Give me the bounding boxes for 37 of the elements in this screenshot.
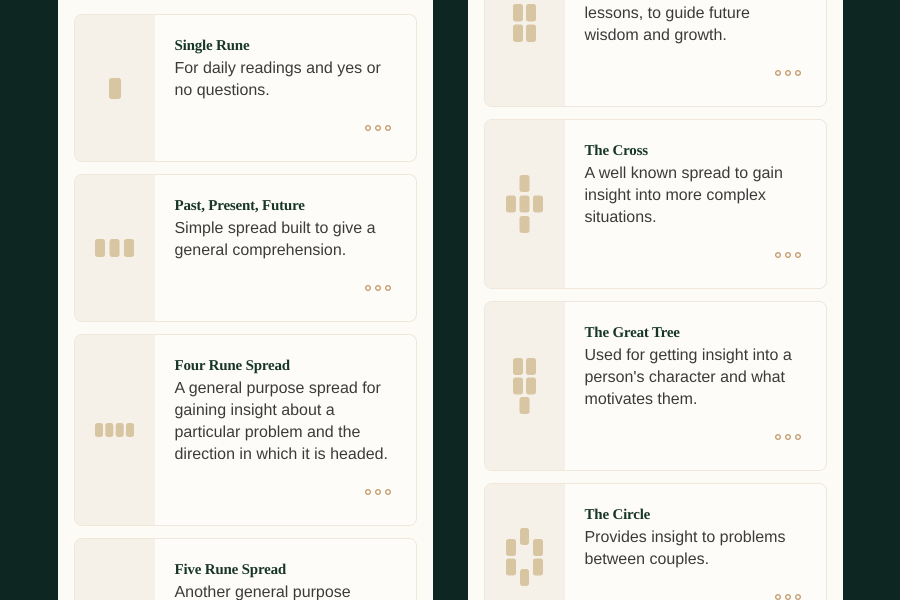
- spread-card[interactable]: The Cross A well known spread to gain insight into more complex situations.: [484, 119, 826, 289]
- tree-tiles-icon: [513, 358, 536, 414]
- spread-card[interactable]: Past, Present, Future Simple spread built to give a general comprehension.: [74, 174, 416, 322]
- spread-card[interactable]: The Great Tree Used for getting insight into a person's character and what motivates them.: [484, 301, 826, 471]
- card-description: Provides insight to problems between couples.: [584, 528, 786, 570]
- spread-card[interactable]: The Circle Provides insight to problems between couples.: [484, 483, 826, 600]
- card-title: Four Rune Spread: [174, 357, 291, 376]
- three-tiles-icon: [95, 239, 134, 257]
- card-title: The Great Tree: [584, 324, 681, 343]
- square-tiles-icon: [513, 4, 536, 42]
- four-tiles-icon: [95, 423, 134, 437]
- spread-card[interactable]: Four Rune Spread A general purpose spread for gaining insight about a particular problem and the direction in which it is headed.: [74, 334, 416, 526]
- card-description: Another general purpose: [174, 583, 352, 600]
- single-tile-icon: [108, 78, 120, 98]
- card-description: lessons, to guide future wisdom and growth.: [584, 4, 751, 46]
- more-options-icon[interactable]: [364, 125, 390, 131]
- card-description: Used for getting insight into a person's character and what motivates them.: [584, 346, 793, 410]
- more-options-icon[interactable]: [774, 252, 800, 258]
- more-options-icon[interactable]: [774, 70, 800, 76]
- card-title: Five Rune Spread: [174, 561, 288, 580]
- more-options-icon[interactable]: [774, 434, 800, 440]
- more-options-icon[interactable]: [364, 489, 390, 495]
- card-title: Past, Present, Future: [174, 197, 306, 216]
- spread-card[interactable]: Single Rune For daily readings and yes or no questions.: [74, 14, 416, 162]
- ring-of-tiles-icon: [506, 528, 543, 586]
- spread-card[interactable]: Five Rune Spread Another general purpose: [74, 538, 416, 600]
- card-title: The Circle: [584, 506, 652, 525]
- card-description: For daily readings and yes or no questions.: [174, 59, 382, 101]
- cross-tiles-icon: [506, 175, 543, 233]
- card-title: The Cross: [584, 142, 649, 161]
- more-options-icon[interactable]: [364, 285, 390, 291]
- card-description: A general purpose spread for gaining insight about a particular problem and the direction in which it is headed.: [174, 379, 389, 465]
- card-title: Single Rune: [174, 37, 250, 56]
- more-options-icon[interactable]: [774, 594, 800, 600]
- card-description: Simple spread built to give a general comprehension.: [174, 219, 376, 261]
- card-description: A well known spread to gain insight into more complex situations.: [584, 164, 784, 228]
- spread-card[interactable]: lessons, to guide future wisdom and growth.: [484, 0, 826, 107]
